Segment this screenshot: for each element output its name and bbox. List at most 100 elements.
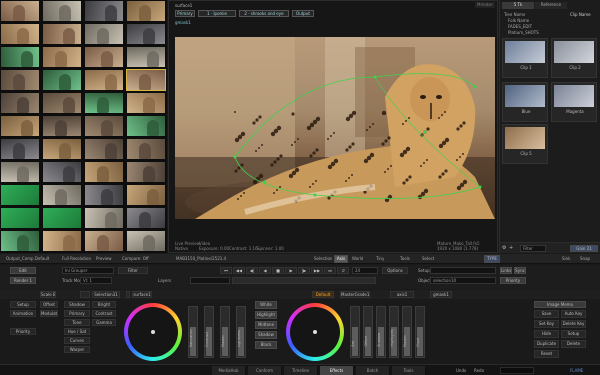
viewer-tab-2[interactable]: 2 · shrooks and eye <box>239 10 289 17</box>
media-thumbnail[interactable] <box>126 115 166 137</box>
media-thumbnail[interactable] <box>0 0 40 22</box>
setup-col-0[interactable]: Setup <box>10 301 36 308</box>
media-thumbnail[interactable] <box>126 138 166 160</box>
media-tab-reference[interactable]: Reference <box>535 2 567 9</box>
media-thumbnail[interactable] <box>84 115 124 137</box>
right-btn-1-0[interactable]: Set Key <box>534 320 559 328</box>
timeline-scrub[interactable] <box>190 277 230 284</box>
options-button[interactable]: Options <box>382 267 408 274</box>
bottom-tab-mediahub[interactable]: MediaHub <box>212 366 246 375</box>
primary-col-0[interactable]: Shadow <box>64 301 90 308</box>
media-thumbnail[interactable] <box>126 0 166 22</box>
gain-button[interactable]: Gain 21 <box>570 245 598 252</box>
fader-1[interactable]: Contrast <box>204 306 214 358</box>
effects-tab-5[interactable]: Default <box>312 291 334 298</box>
setup-col-1[interactable]: Animation <box>10 310 36 317</box>
fader2-1[interactable]: Offset <box>363 306 373 358</box>
grouper-field[interactable]: Ini Grouper <box>62 267 114 274</box>
media-thumbnail[interactable] <box>42 0 82 22</box>
full-resolution-label[interactable]: Full Resolution <box>62 256 91 262</box>
media-thumbnail[interactable] <box>0 23 40 45</box>
media-card[interactable]: Magenta <box>551 82 597 122</box>
media-thumbnail[interactable] <box>0 207 40 229</box>
bottom-tab-conform[interactable]: Conform <box>248 366 282 375</box>
media-thumbnail[interactable] <box>42 230 82 252</box>
media-thumbnail[interactable] <box>42 207 82 229</box>
selection-label[interactable]: Selection <box>314 256 332 262</box>
wheel-mode-3[interactable]: Shadow <box>255 331 277 339</box>
fader2-3[interactable]: Highlights <box>389 306 399 358</box>
effects-tab-7[interactable]: axis1 <box>390 291 414 298</box>
primary-col-4[interactable]: Curves <box>64 337 90 344</box>
edit-button[interactable]: Edit <box>10 267 36 274</box>
clip-name-sort[interactable]: Clip Name <box>570 12 591 18</box>
media-thumbnail[interactable] <box>84 230 124 252</box>
media-thumbnail[interactable] <box>42 184 82 206</box>
filter-button[interactable]: Filter <box>118 267 148 274</box>
media-thumbnail[interactable] <box>0 138 40 160</box>
viewer-tab-1[interactable]: 1 · Ipomie <box>198 10 236 17</box>
effects-tab-8[interactable]: gmask1 <box>430 291 452 298</box>
media-thumbnail[interactable] <box>84 138 124 160</box>
media-thumbnail[interactable] <box>126 207 166 229</box>
media-thumbnail[interactable] <box>84 0 124 22</box>
right-btn-2-1[interactable]: Setup <box>561 330 586 338</box>
media-thumbnail[interactable] <box>126 92 166 114</box>
offset-col-0[interactable]: Offset <box>40 301 58 308</box>
color-wheel-2[interactable] <box>286 303 344 361</box>
sync-button[interactable]: Sync <box>514 267 526 274</box>
fader-3[interactable]: Lightness <box>236 306 246 358</box>
media-thumbnail[interactable] <box>0 184 40 206</box>
object-field[interactable]: selection10 <box>430 277 496 284</box>
viewer-tab-0[interactable]: Primary <box>175 10 195 17</box>
preview-label[interactable]: Preview <box>96 256 112 262</box>
rewind-icon[interactable]: ◀◀ <box>233 267 245 274</box>
fast-forward-icon[interactable]: ▶▶ <box>311 267 323 274</box>
media-thumbnail[interactable] <box>126 23 166 45</box>
primary-col-2[interactable]: Tone <box>64 319 90 326</box>
right-btn-3-1[interactable]: Delete <box>561 340 586 348</box>
timeline-range[interactable] <box>232 277 376 284</box>
media-thumbnail[interactable] <box>126 184 166 206</box>
priority-dropdown[interactable]: Priority <box>500 277 526 284</box>
media-thumbnail[interactable] <box>84 69 124 91</box>
media-thumbnail[interactable] <box>126 230 166 252</box>
wheel-mode-4[interactable]: Black <box>255 341 277 349</box>
add-icon[interactable]: + <box>509 245 513 251</box>
media-thumbnail[interactable] <box>84 161 124 183</box>
snap-label[interactable]: Snap <box>580 256 590 262</box>
compare-label[interactable]: Compare: Off <box>122 256 149 262</box>
play-reverse-icon[interactable]: ◀ <box>259 267 271 274</box>
media-thumbnail[interactable] <box>0 115 40 137</box>
settings-gear-icon[interactable]: ⚙ <box>502 245 506 251</box>
right-btn-2-0[interactable]: Hide <box>534 330 559 338</box>
output-comp-label[interactable]: Output_Comp Default <box>6 256 49 262</box>
step-back-icon[interactable]: ◀| <box>246 267 258 274</box>
stop-icon[interactable]: ■ <box>272 267 284 274</box>
media-thumbnail[interactable] <box>84 23 124 45</box>
fader2-4[interactable]: Master <box>402 306 412 358</box>
media-thumbnail[interactable] <box>126 161 166 183</box>
play-icon[interactable]: ▶ <box>285 267 297 274</box>
media-thumbnail[interactable] <box>0 46 40 68</box>
go-end-icon[interactable]: ⏭ <box>324 267 336 274</box>
color-wheel-1[interactable] <box>124 303 182 361</box>
setup-col-3[interactable]: Priority <box>10 328 36 335</box>
right-btn-1-1[interactable]: Delete Key <box>561 320 586 328</box>
right-btn-4-0[interactable]: Reset <box>534 350 559 358</box>
media-thumbnail[interactable] <box>84 46 124 68</box>
fader2-0[interactable]: Sat <box>350 306 360 358</box>
bright-col-1[interactable]: Contrast <box>92 310 116 317</box>
render-dropdown[interactable]: Render 1 <box>10 277 36 284</box>
tools-label[interactable]: Tools <box>400 256 410 262</box>
media-thumbnail[interactable] <box>0 92 40 114</box>
bright-col-2[interactable]: Gamma <box>92 319 116 326</box>
effects-tab-4[interactable]: surface1 <box>132 291 152 298</box>
right-btn-0-0[interactable]: Save <box>534 310 559 318</box>
links-button[interactable]: Links <box>500 267 512 274</box>
media-thumbnail[interactable] <box>42 115 82 137</box>
bottom-tab-tools[interactable]: Tools <box>392 366 426 375</box>
wheel-mode-1[interactable]: Highlight <box>255 311 277 319</box>
media-filter-field[interactable]: Filter <box>520 245 546 252</box>
wheel-2-handle[interactable] <box>313 330 317 334</box>
